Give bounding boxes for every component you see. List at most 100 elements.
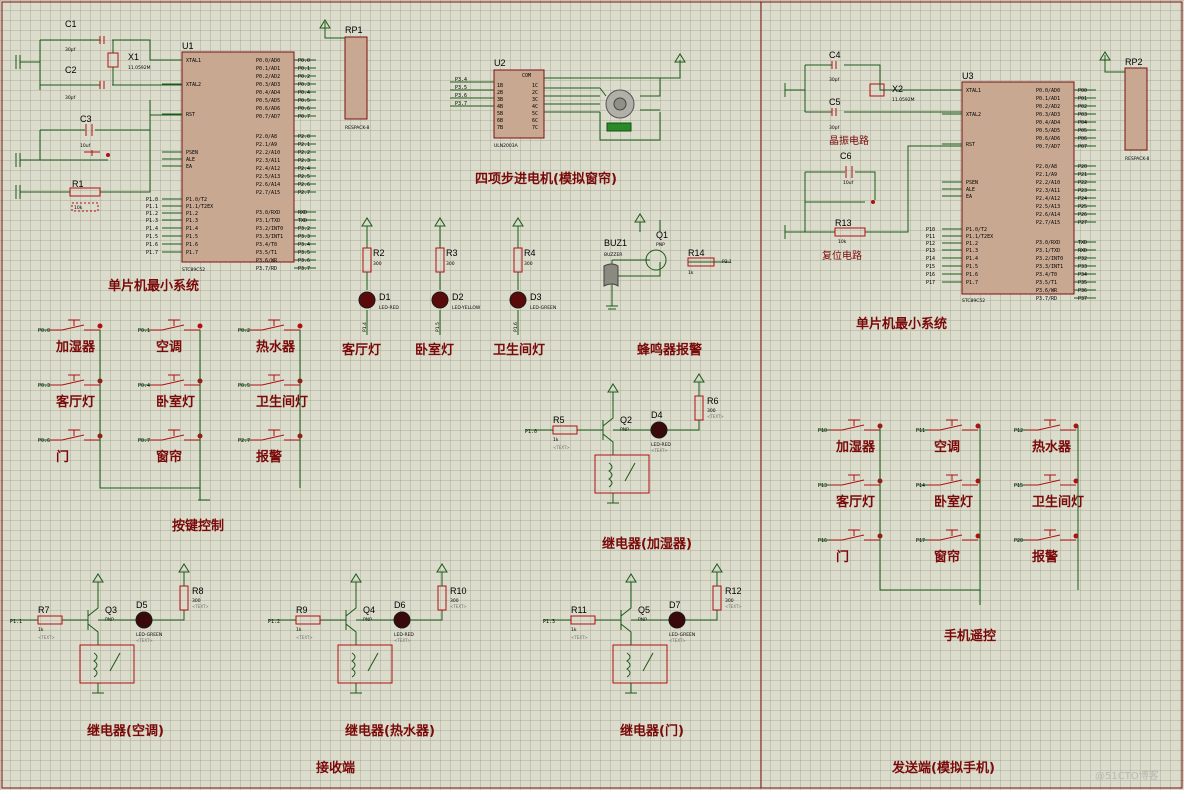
q1-ref: Q1 xyxy=(656,230,668,240)
relay-rl-ref-2: R10 xyxy=(450,586,467,596)
sender-label: 发送端(模拟手机) xyxy=(891,760,995,776)
keys-left-bus xyxy=(99,330,301,501)
key-left-8[interactable]: P2.7 报警 xyxy=(238,429,303,465)
u3-rnet-0: P00 xyxy=(1078,88,1087,94)
key-left-2[interactable]: P0.2 热水器 xyxy=(238,319,303,355)
u2-input-net-0: P3.4 xyxy=(455,77,467,83)
key-left-label-3: 客厅灯 xyxy=(56,394,95,410)
c2-value: 30pf xyxy=(65,95,76,101)
relay-0: P1.0R51k<TEXT>Q2PNPD4LED-RED<TEXT>R6300<… xyxy=(525,373,724,552)
u1-rpin-12: P2.4/A12 xyxy=(256,166,280,172)
u1-lpin-10: P1.4 xyxy=(186,226,198,232)
key-right-5[interactable]: P15 卫生间灯 xyxy=(1014,474,1084,510)
relay-rl-tag-2: <TEXT> xyxy=(450,604,467,609)
u1-lpin-13: P1.7 xyxy=(186,250,198,256)
u1-rpin-23: P3.7/RD xyxy=(256,266,277,272)
u1-rnet-10: P2.2 xyxy=(298,150,310,156)
c1-value: 30pf xyxy=(65,47,76,53)
key-left-4[interactable]: P0.4 卧室灯 xyxy=(138,374,203,410)
u3-lnet-13: P17 xyxy=(926,280,935,286)
key-right-3[interactable]: P13 客厅灯 xyxy=(818,474,883,510)
u3-lpin-13: P1.7 xyxy=(966,280,978,286)
u1-lpin-3: PSEN xyxy=(186,150,198,156)
relay-3: P1.3R111k<TEXT>Q5PNPD7LED-GREEN<TEXT>R12… xyxy=(543,563,742,739)
key-right-label-6: 门 xyxy=(836,549,849,565)
reset-left-wires xyxy=(19,114,182,193)
relay-q-ref-2: Q4 xyxy=(363,605,375,615)
relay-coil-box-2 xyxy=(337,644,393,684)
rp2-ref: RP2 xyxy=(1125,57,1143,67)
key-left-6[interactable]: P0.6 门 xyxy=(38,429,103,465)
c5-ref: C5 xyxy=(829,97,841,107)
u3-rnet-22: P36 xyxy=(1078,288,1087,294)
u3-rnet-18: P32 xyxy=(1078,256,1087,262)
u1-lpin-1: XTAL2 xyxy=(186,82,201,88)
key-right-7[interactable]: P17 窗帘 xyxy=(916,529,981,565)
key-left-label-4: 卧室灯 xyxy=(156,394,195,410)
r1-ref: R1 xyxy=(72,179,84,189)
rp2-part: RESPACK-8 xyxy=(1125,156,1149,162)
u1-rpin-11: P2.3/A11 xyxy=(256,158,280,164)
key-left-0[interactable]: P0.0 加湿器 xyxy=(38,319,103,355)
mcu-u1-ref: U1 xyxy=(182,41,194,51)
u1-lpin-2: RST xyxy=(186,112,195,118)
u1-rnet-17: TXD xyxy=(298,218,307,224)
lamp-resistor-2 xyxy=(513,247,523,273)
key-right-6[interactable]: P16 门 xyxy=(818,529,883,565)
mcu-u3-ref: U3 xyxy=(962,71,974,81)
u1-rpin-18: P3.2/INT0 xyxy=(256,226,283,232)
lamp-net-1: P1.5 xyxy=(435,322,441,332)
u1-rpin-10: P2.2/A10 xyxy=(256,150,280,156)
relay-d-ref-3: D7 xyxy=(669,600,681,610)
lamp-d-part-1: LED-YELLOW xyxy=(452,305,481,311)
mcu-u3: U3 STC89C52 XTAL1 XTAL2 RST PSENALEEA P1.0/T… xyxy=(926,71,1096,304)
stepper-section-label: 四项步进电机(模拟窗帘) xyxy=(475,171,617,187)
u1-lpin-5: EA xyxy=(186,164,192,170)
relay-rl-tag-0: <TEXT> xyxy=(707,414,724,419)
key-left-5[interactable]: P0.5卫生间灯 xyxy=(238,374,308,410)
relay-led-3 xyxy=(668,611,686,629)
u3-rnet-4: P04 xyxy=(1078,120,1087,126)
relay-2: P1.2R91k<TEXT>Q4PNPD6LED-RED<TEXT>R10300… xyxy=(268,563,467,739)
u3-lpin-4: ALE xyxy=(966,187,975,193)
u3-lnet-8: P12 xyxy=(926,241,935,247)
lamp-led-2 xyxy=(509,291,527,309)
osc-left: C1 30pf C2 30pf X1 11.0592M C3 10uf R1 1… xyxy=(15,19,182,212)
lamp-1: R3 300 D2 LED-YELLOW P1.5 卧室灯 xyxy=(415,217,481,358)
key-left-7[interactable]: P0.7 窗帘 xyxy=(138,429,203,465)
u1-rnet-23: P3.7 xyxy=(298,266,310,272)
relay-d-ref-0: D4 xyxy=(651,410,663,420)
keys-right-section-label: 手机遥控 xyxy=(944,628,996,644)
lamp-net-0: P1.4 xyxy=(362,322,368,332)
key-right-2[interactable]: P12 热水器 xyxy=(1014,419,1079,455)
u1-lpin-11: P1.5 xyxy=(186,234,198,240)
u1-rnet-21: P3.5 xyxy=(298,250,310,256)
c1-ref: C1 xyxy=(65,19,77,29)
u1-rnet-18: P3.2 xyxy=(298,226,310,232)
key-right-8[interactable]: P20 报警 xyxy=(1014,529,1079,565)
key-left-dot-1 xyxy=(197,323,203,329)
u2-input-net-1: P3.5 xyxy=(455,85,467,91)
u3-rpin-9: P2.1/A9 xyxy=(1036,172,1057,178)
u1-rnet-11: P2.3 xyxy=(298,158,310,164)
u2-out-1: 2C xyxy=(532,90,538,96)
relay-r-ref-3: R11 xyxy=(571,605,587,615)
key-right-0[interactable]: P10 加湿器 xyxy=(818,419,883,455)
buzzer-section-label: 蜂鸣器报警 xyxy=(637,342,702,358)
relay-load-resistor-0 xyxy=(694,395,704,421)
u3-rpin-22: P3.6/WR xyxy=(1036,288,1058,294)
key-right-net-4: P14 xyxy=(916,483,925,489)
key-right-4[interactable]: P14 卧室灯 xyxy=(916,474,981,510)
lamp-r-val-0: 300 xyxy=(373,261,382,267)
key-left-1[interactable]: P0.1 空调 xyxy=(138,319,203,355)
buzzer-block: BUZ1 BUZZER Q1 PNP R14 1k P2.1 蜂鸣器报警 xyxy=(603,213,732,358)
u2-ref: U2 xyxy=(494,58,506,68)
u2-in-6: 7B xyxy=(497,125,503,131)
u1-lpin-12: P1.6 xyxy=(186,242,198,248)
key-right-label-1: 空调 xyxy=(934,439,960,455)
u3-rpin-12: P2.4/A12 xyxy=(1036,196,1060,202)
key-right-1[interactable]: P11 空调 xyxy=(916,419,981,455)
u3-rnet-14: P26 xyxy=(1078,212,1087,218)
key-left-3[interactable]: P0.3 客厅灯 xyxy=(38,374,103,410)
u1-rpin-1: P0.1/AD1 xyxy=(256,66,280,72)
